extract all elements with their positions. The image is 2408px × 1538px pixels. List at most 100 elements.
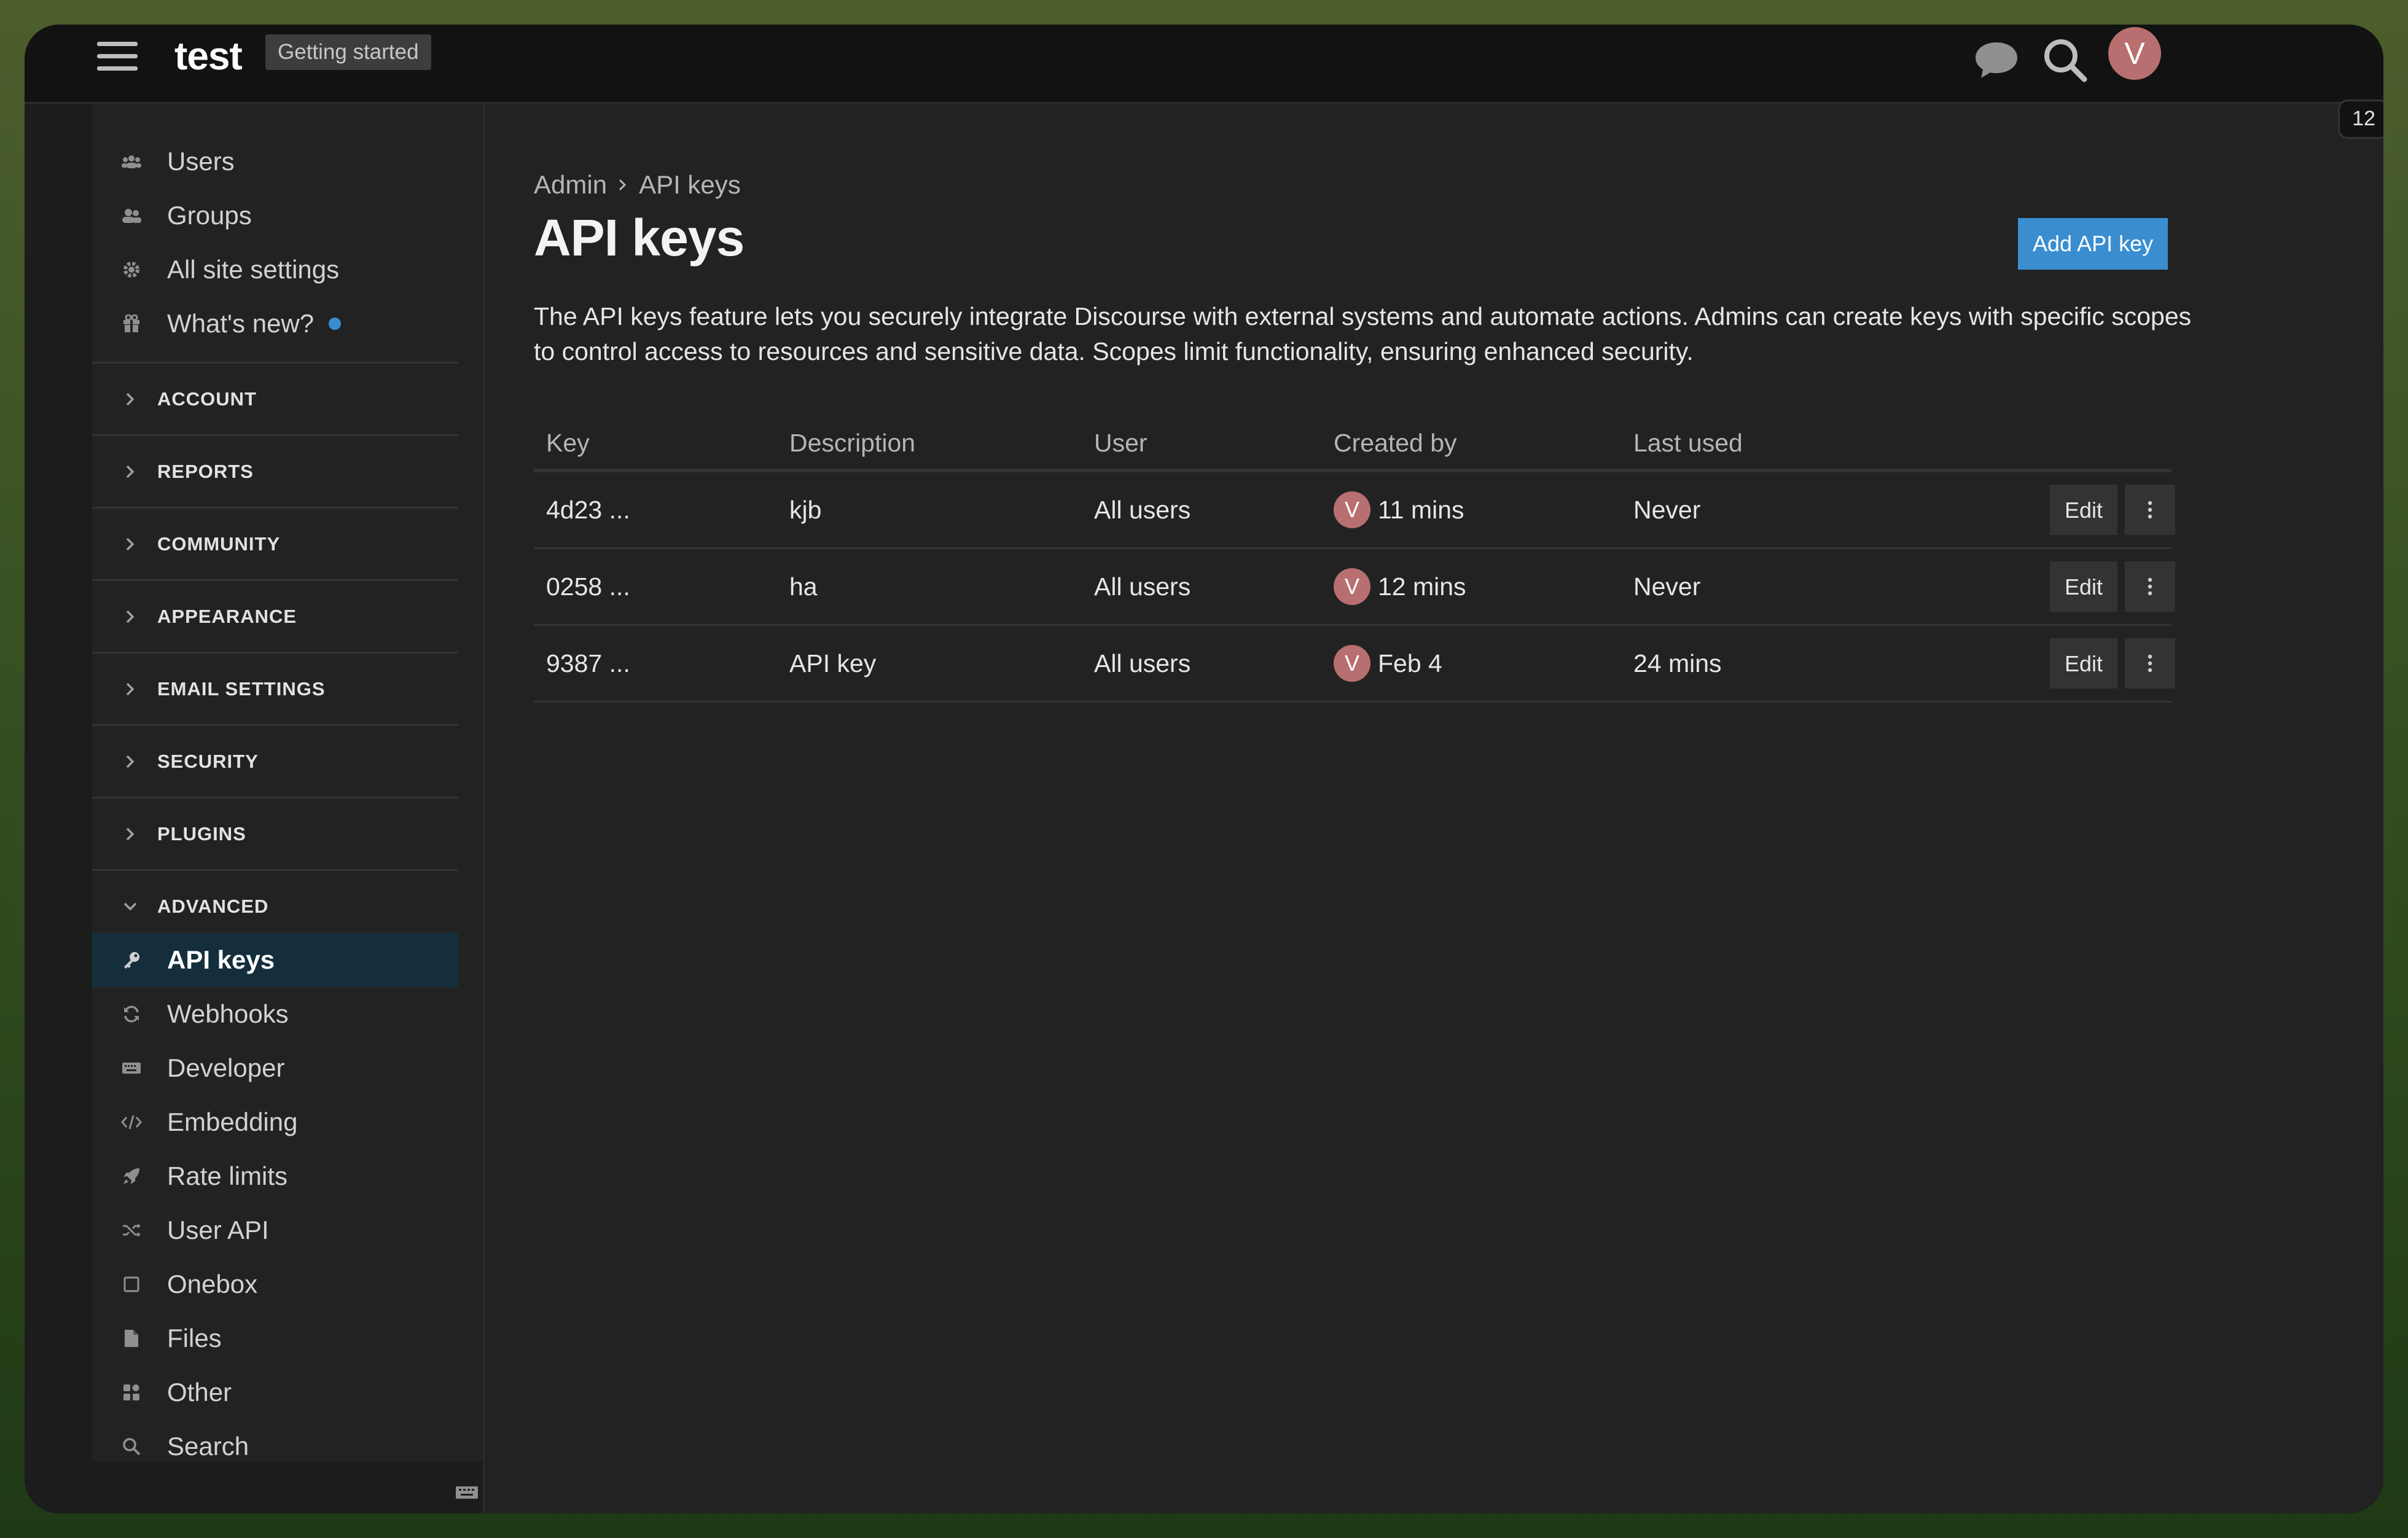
main-content: Admin API keys API keys Add API key The … [534,104,2383,1513]
sidebar-item-label: Rate limits [167,1161,288,1190]
sidebar-item-rate-limits[interactable]: Rate limits [92,1149,458,1203]
sidebar-item-embedding[interactable]: Embedding [92,1095,458,1149]
sidebar-item-whats-new[interactable]: What's new? [92,297,458,351]
sidebar-section-plugins[interactable]: PLUGINS [92,797,458,870]
breadcrumb-admin-link[interactable]: Admin [534,170,607,200]
creator-avatar[interactable]: V [1334,491,1370,528]
sidebar-section-community[interactable]: COMMUNITY [92,507,458,580]
user-avatar[interactable]: V [2108,27,2161,80]
page-title: API keys [534,209,745,267]
key-cell: 0258 ... [546,572,630,601]
sidebar-item-users[interactable]: Users [92,135,458,189]
table-row: 9387 ... API key All users V Feb 4 24 mi… [534,626,2175,703]
creator-avatar[interactable]: V [1334,645,1370,682]
more-options-icon[interactable] [2125,638,2175,689]
sidebar-section-advanced[interactable]: ADVANCED [92,869,458,942]
sidebar-section-appearance[interactable]: APPEARANCE [92,579,458,652]
section-label: EMAIL SETTINGS [157,678,326,700]
sidebar-item-label: Webhooks [167,999,289,1028]
sidebar-item-developer[interactable]: Developer [92,1041,458,1095]
sidebar-item-webhooks[interactable]: Webhooks [92,987,458,1041]
chevron-right-icon [122,608,139,625]
chevron-right-icon [122,681,139,698]
section-label: REPORTS [157,461,254,482]
edit-button[interactable]: Edit [2050,485,2117,535]
description-cell: API key [789,649,877,677]
code-icon [120,1111,143,1133]
sidebar-section-email-settings[interactable]: EMAIL SETTINGS [92,652,458,725]
column-header-created-by: Created by [1334,429,1457,457]
square-icon [120,1273,143,1295]
add-api-key-button[interactable]: Add API key [2018,218,2168,270]
sidebar-item-onebox[interactable]: Onebox [92,1257,458,1311]
sidebar-item-label: All site settings [167,255,340,284]
sidebar-item-groups[interactable]: Groups [92,189,458,243]
search-icon [120,1435,143,1458]
description-cell: ha [789,572,818,601]
sidebar-section-account[interactable]: ACCOUNT [92,362,458,435]
sidebar-item-label: Files [167,1324,222,1353]
key-cell: 9387 ... [546,649,630,677]
sidebar-item-files[interactable]: Files [92,1311,458,1365]
sidebar-item-api-keys[interactable]: API keys [92,933,458,987]
key-cell: 4d23 ... [546,496,630,524]
created-by-cell: V 11 mins [1334,472,1464,547]
search-icon[interactable] [2035,29,2096,91]
sidebar-item-other[interactable]: Other [92,1365,458,1419]
admin-sidebar: Users Groups All site settings What's ne… [25,104,485,1513]
created-time: Feb 4 [1378,649,1442,677]
edit-button[interactable]: Edit [2050,561,2117,612]
user-cell: All users [1094,649,1191,677]
column-header-last-used: Last used [1633,429,1743,457]
new-indicator-dot [329,318,342,330]
sidebar-item-label: Search [167,1432,249,1461]
sidebar-item-user-api[interactable]: User API [92,1203,458,1257]
file-icon [120,1327,143,1349]
rocket-icon [120,1165,143,1187]
sidebar-item-all-site-settings[interactable]: All site settings [92,243,458,297]
app-window: test Getting started V 12 Users Groups A… [25,25,2383,1513]
sidebar-item-search[interactable]: Search [92,1419,458,1474]
created-time: 11 mins [1378,496,1464,524]
table-header: Key Description User Created by Last use… [534,417,2172,472]
edit-button[interactable]: Edit [2050,638,2117,689]
keyboard-shortcuts-icon[interactable] [455,1483,479,1501]
section-label: ACCOUNT [157,388,257,410]
created-by-cell: V 12 mins [1334,549,1466,624]
sidebar-section-security[interactable]: SECURITY [92,724,458,797]
gift-icon [120,313,143,335]
creator-avatar[interactable]: V [1334,568,1370,605]
chevron-down-icon [122,898,139,915]
column-header-description: Description [789,429,916,457]
sidebar-item-label: User API [167,1216,269,1244]
breadcrumb-api-keys-link[interactable]: API keys [639,170,741,200]
site-title[interactable]: test [174,29,243,82]
chat-icon[interactable] [1966,29,2027,91]
column-header-key: Key [546,429,590,457]
sidebar-item-label: Developer [167,1053,285,1082]
description-cell: kjb [789,496,822,524]
section-label: PLUGINS [157,823,246,845]
more-options-icon[interactable] [2125,561,2175,612]
refresh-icon [120,1003,143,1025]
sidebar-item-label: Groups [167,201,252,230]
page-description: The API keys feature lets you securely i… [534,302,2192,365]
created-time: 12 mins [1378,572,1466,601]
user-cell: All users [1094,496,1191,524]
sidebar-item-label: What's new? [167,309,315,338]
last-used-cell: Never [1633,496,1701,524]
chevron-right-icon [122,536,139,553]
key-icon [120,949,143,971]
chevron-right-icon [122,391,139,408]
section-label: APPEARANCE [157,606,297,627]
getting-started-badge[interactable]: Getting started [265,34,431,70]
sidebar-section-reports[interactable]: REPORTS [92,434,458,507]
sidebar-item-label: Onebox [167,1270,258,1298]
more-options-icon[interactable] [2125,485,2175,535]
section-label: SECURITY [157,751,259,772]
chevron-right-icon [122,753,139,770]
users-icon [120,150,143,173]
chevron-right-icon [122,826,139,843]
chevron-right-icon [122,463,139,480]
hamburger-menu-icon[interactable] [97,36,138,76]
